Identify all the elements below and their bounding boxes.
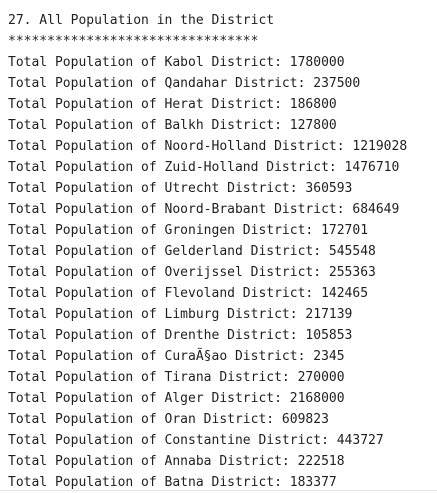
population-line: Total Population of CuraÃ§ao District: 2…	[8, 349, 345, 364]
population-line: Total Population of Zuid-Holland Distric…	[8, 160, 400, 175]
console-output: 27. All Population in the District *****…	[0, 0, 437, 492]
separator-line: ********************************	[8, 34, 259, 49]
population-line: Total Population of Herat District: 1868…	[8, 97, 337, 112]
population-line: Total Population of Noord-Brabant Distri…	[8, 202, 400, 217]
section-heading: 27. All Population in the District	[8, 13, 275, 28]
population-line: Total Population of Utrecht District: 36…	[8, 181, 353, 196]
population-line: Total Population of Qandahar District: 2…	[8, 76, 361, 91]
population-line: Total Population of Drenthe District: 10…	[8, 328, 353, 343]
bottom-divider	[0, 490, 437, 491]
population-line: Total Population of Limburg District: 21…	[8, 307, 353, 322]
population-line: Total Population of Tirana District: 270…	[8, 370, 345, 385]
population-line: Total Population of Oran District: 60982…	[8, 412, 329, 427]
population-list: Total Population of Kabol District: 1780…	[8, 52, 437, 493]
population-line: Total Population of Balkh District: 1278…	[8, 118, 337, 133]
population-line: Total Population of Groningen District: …	[8, 223, 369, 238]
population-line: Total Population of Alger District: 2168…	[8, 391, 345, 406]
population-line: Total Population of Annaba District: 222…	[8, 454, 345, 469]
population-line: Total Population of Noord-Holland Distri…	[8, 139, 408, 154]
population-line: Total Population of Flevoland District: …	[8, 286, 369, 301]
population-line: Total Population of Constantine District…	[8, 433, 384, 448]
population-line: Total Population of Kabol District: 1780…	[8, 55, 345, 70]
population-line: Total Population of Gelderland District:…	[8, 244, 376, 259]
population-line: Total Population of Overijssel District:…	[8, 265, 376, 280]
